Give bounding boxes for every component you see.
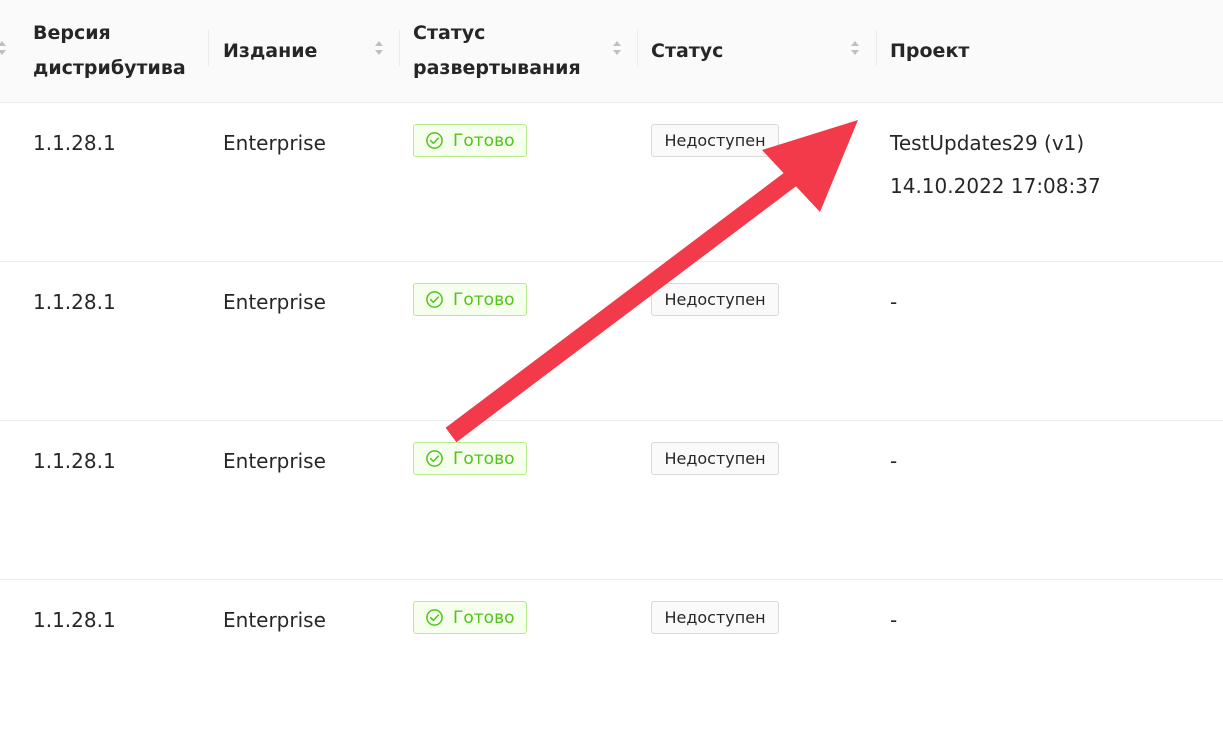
table-row[interactable]: 1.1.28.1 Enterprise Готово Недоступен - xyxy=(0,262,1223,421)
sort-caret-icon[interactable] xyxy=(374,38,384,58)
sort-caret-icon[interactable] xyxy=(612,38,622,58)
deploy-status-tag: Готово xyxy=(413,601,527,634)
cell-edition: Enterprise xyxy=(223,608,326,632)
cell-project-date: 14.10.2022 17:08:37 xyxy=(890,174,1101,198)
deploy-status-tag: Готово xyxy=(413,124,527,157)
table-row[interactable]: 1.1.28.1 Enterprise Готово Недоступен - xyxy=(0,580,1223,738)
cell-version: 1.1.28.1 xyxy=(33,608,116,632)
table-row[interactable]: 1.1.28.1 Enterprise Готово Недоступен - xyxy=(0,421,1223,580)
column-separator[interactable] xyxy=(208,30,209,66)
check-circle-icon xyxy=(425,449,444,468)
cell-project: - xyxy=(890,608,898,632)
status-tag: Недоступен xyxy=(651,601,779,634)
table-header: Версия дистрибутива Издание Статус разве… xyxy=(0,0,1223,103)
cell-project: - xyxy=(890,449,898,473)
cell-edition: Enterprise xyxy=(223,131,326,155)
column-header-distribution-version[interactable]: Версия дистрибутива xyxy=(33,0,186,102)
data-table: Версия дистрибутива Издание Статус разве… xyxy=(0,0,1223,736)
column-header-project[interactable]: Проект xyxy=(890,0,969,102)
cell-version: 1.1.28.1 xyxy=(33,131,116,155)
sort-caret-icon[interactable] xyxy=(850,38,860,58)
cell-project[interactable]: TestUpdates29 (v1) xyxy=(890,127,1084,159)
cell-project: - xyxy=(890,290,898,314)
check-circle-icon xyxy=(425,131,444,150)
check-circle-icon xyxy=(425,608,444,627)
status-tag: Недоступен xyxy=(651,124,779,157)
column-separator[interactable] xyxy=(399,30,400,66)
sort-caret-icon[interactable] xyxy=(0,38,7,58)
column-header-status[interactable]: Статус xyxy=(651,0,723,102)
column-separator[interactable] xyxy=(637,30,638,66)
status-tag: Недоступен xyxy=(651,283,779,316)
cell-edition: Enterprise xyxy=(223,449,326,473)
status-tag: Недоступен xyxy=(651,442,779,475)
column-header-edition[interactable]: Издание xyxy=(223,0,317,102)
deploy-status-tag: Готово xyxy=(413,283,527,316)
column-separator[interactable] xyxy=(876,30,877,66)
deploy-status-tag: Готово xyxy=(413,442,527,475)
cell-version: 1.1.28.1 xyxy=(33,449,116,473)
check-circle-icon xyxy=(425,290,444,309)
column-header-deploy-status[interactable]: Статус развертывания xyxy=(413,0,581,102)
cell-edition: Enterprise xyxy=(223,290,326,314)
cell-version: 1.1.28.1 xyxy=(33,290,116,314)
